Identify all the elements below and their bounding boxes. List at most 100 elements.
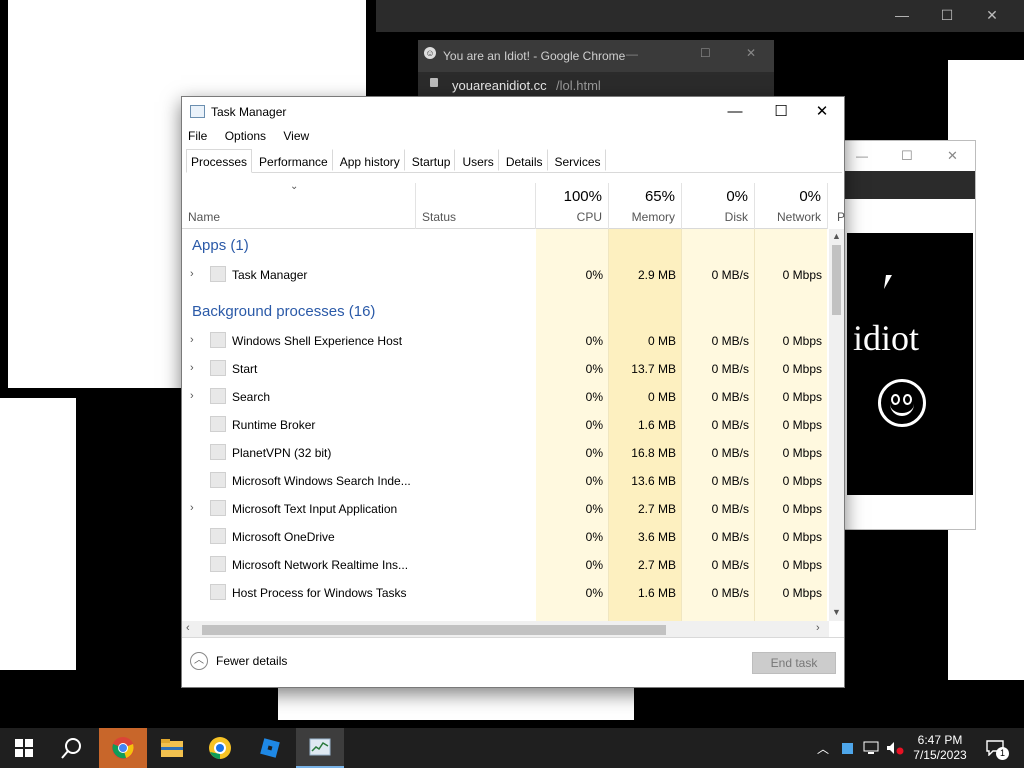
window-title: Task Manager <box>211 105 287 119</box>
process-name: Search <box>232 390 271 404</box>
tab-services[interactable]: Services <box>550 149 606 171</box>
maximize-icon[interactable]: ☐ <box>925 0 969 30</box>
disk-value: 0 MB/s <box>711 268 749 282</box>
smiley-icon: ☺ <box>424 47 436 59</box>
cpu-value: 0% <box>585 268 603 282</box>
table-row[interactable]: › Microsoft Text Input Application 0% 2.… <box>182 495 827 523</box>
close-button[interactable]: ✕ <box>799 97 845 127</box>
horizontal-scroll-thumb[interactable] <box>202 625 666 635</box>
disk-value: 0 MB/s <box>711 390 749 404</box>
disk-value: 0 MB/s <box>711 558 749 572</box>
column-disk[interactable]: 0% Disk <box>682 183 755 229</box>
table-row[interactable]: Microsoft OneDrive 0% 3.6 MB 0 MB/s 0 Mb… <box>182 523 827 551</box>
process-icon <box>210 444 226 460</box>
url-host: youareanidiot.cc <box>452 78 547 93</box>
notification-count-badge: 1 <box>996 747 1009 760</box>
chrome-popup-window: ☺ You are an Idiot! - Google Chrome — ☐ … <box>418 40 774 96</box>
close-icon[interactable]: ✕ <box>947 148 958 164</box>
tab-details[interactable]: Details <box>501 149 548 171</box>
volume-muted-icon[interactable] <box>884 728 906 768</box>
column-cpu[interactable]: 100% CPU <box>536 183 609 229</box>
file-explorer-icon[interactable] <box>148 728 196 768</box>
task-manager-window: Task Manager — ☐ ✕ File Options View Pro… <box>181 96 845 688</box>
table-row[interactable]: PlanetVPN (32 bit) 0% 16.8 MB 0 MB/s 0 M… <box>182 439 827 467</box>
memory-value: 0 MB <box>647 334 676 348</box>
roblox-icon[interactable] <box>246 728 294 768</box>
table-row[interactable]: › Search 0% 0 MB 0 MB/s 0 Mbps <box>182 383 827 411</box>
disk-value: 0 MB/s <box>711 502 749 516</box>
chrome-icon[interactable] <box>99 728 147 768</box>
clock-date: 7/15/2023 <box>913 748 967 762</box>
tab-strip: Processes Performance App history Startu… <box>186 149 842 173</box>
tab-performance[interactable]: Performance <box>254 149 333 171</box>
task-manager-titlebar: Task Manager — ☐ ✕ <box>182 97 844 127</box>
show-hidden-icons-icon[interactable]: ︿ <box>812 728 834 768</box>
task-manager-icon <box>190 105 205 118</box>
table-row[interactable]: Microsoft Windows Search Inde... 0% 13.6… <box>182 467 827 495</box>
vertical-scroll-thumb[interactable] <box>832 245 841 315</box>
tab-processes[interactable]: Processes <box>186 149 253 173</box>
close-icon[interactable]: ✕ <box>746 46 756 60</box>
end-task-button[interactable]: End task <box>752 652 836 674</box>
column-name[interactable]: ⌄ Name <box>182 181 416 229</box>
tab-startup[interactable]: Startup <box>407 149 456 171</box>
memory-percent: 65% <box>644 188 675 205</box>
scroll-right-icon[interactable]: › <box>816 622 820 634</box>
process-name: Host Process for Windows Tasks <box>232 586 407 600</box>
table-row[interactable]: › Windows Shell Experience Host 0% 0 MB … <box>182 327 827 355</box>
table-row[interactable]: › Start 0% 13.7 MB 0 MB/s 0 Mbps <box>182 355 827 383</box>
expand-chevron-icon[interactable]: › <box>190 334 194 346</box>
disk-value: 0 MB/s <box>711 474 749 488</box>
column-network[interactable]: 0% Network <box>755 183 828 229</box>
tab-app-history[interactable]: App history <box>335 149 405 171</box>
close-icon[interactable]: ✕ <box>970 0 1014 30</box>
menu-view[interactable]: View <box>283 129 309 143</box>
minimize-button[interactable]: — <box>712 97 758 127</box>
scroll-down-icon[interactable]: ▼ <box>832 607 841 617</box>
clock-time: 6:47 PM <box>917 733 963 747</box>
table-row[interactable]: › Task Manager 0% 2.9 MB 0 MB/s 0 Mbps <box>182 261 827 289</box>
network-icon[interactable] <box>860 728 882 768</box>
table-row[interactable]: Runtime Broker 0% 1.6 MB 0 MB/s 0 Mbps <box>182 411 827 439</box>
menu-file[interactable]: File <box>188 129 207 143</box>
windows-start-icon[interactable] <box>0 728 48 768</box>
column-power-truncated[interactable]: P <box>837 210 845 224</box>
column-memory[interactable]: 65% Memory <box>609 183 682 229</box>
scroll-left-icon[interactable]: ‹ <box>186 622 190 634</box>
disk-value: 0 MB/s <box>711 362 749 376</box>
url-path: /lol.html <box>556 78 601 93</box>
chrome-canary-icon[interactable] <box>196 728 244 768</box>
clock[interactable]: 6:47 PM 7/15/2023 <box>906 728 974 768</box>
collapse-chevron-icon[interactable]: ︿ <box>190 652 208 670</box>
maximize-button[interactable]: ☐ <box>758 97 804 127</box>
maximize-icon[interactable]: ☐ <box>700 46 711 60</box>
process-icon <box>210 500 226 516</box>
tab-users[interactable]: Users <box>457 149 499 171</box>
network-value: 0 Mbps <box>782 474 822 488</box>
maximize-icon[interactable]: ☐ <box>901 148 913 164</box>
process-name: Microsoft Network Realtime Ins... <box>232 558 409 572</box>
memory-value: 2.7 MB <box>637 558 676 572</box>
task-manager-icon[interactable] <box>296 728 344 768</box>
network-value: 0 Mbps <box>782 530 822 544</box>
table-row[interactable]: Microsoft Network Realtime Ins... 0% 2.7… <box>182 551 827 579</box>
table-row[interactable]: Host Process for Windows Tasks 0% 1.6 MB… <box>182 579 827 607</box>
fewer-details-link[interactable]: Fewer details <box>216 654 287 668</box>
notification-center-icon[interactable]: 1 <box>978 728 1012 768</box>
expand-chevron-icon[interactable]: › <box>190 362 194 374</box>
expand-chevron-icon[interactable]: › <box>190 268 194 280</box>
horizontal-scrollbar[interactable]: ‹ › <box>182 621 829 637</box>
search-icon[interactable] <box>48 728 96 768</box>
expand-chevron-icon[interactable]: › <box>190 502 194 514</box>
vertical-scrollbar[interactable]: ▲ ▼ <box>829 229 844 621</box>
menu-options[interactable]: Options <box>225 129 266 143</box>
column-status[interactable]: Status <box>416 183 536 229</box>
minimize-icon[interactable]: — <box>880 0 924 30</box>
chrome-address-bar[interactable]: youareanidiot.cc /lol.html <box>418 72 774 96</box>
minimize-icon[interactable]: — <box>626 47 638 61</box>
scroll-up-icon[interactable]: ▲ <box>832 231 841 241</box>
minimize-icon[interactable]: — <box>856 149 868 163</box>
expand-chevron-icon[interactable]: › <box>190 390 194 402</box>
network-percent: 0% <box>799 188 821 205</box>
network-status-icon[interactable] <box>838 728 856 768</box>
